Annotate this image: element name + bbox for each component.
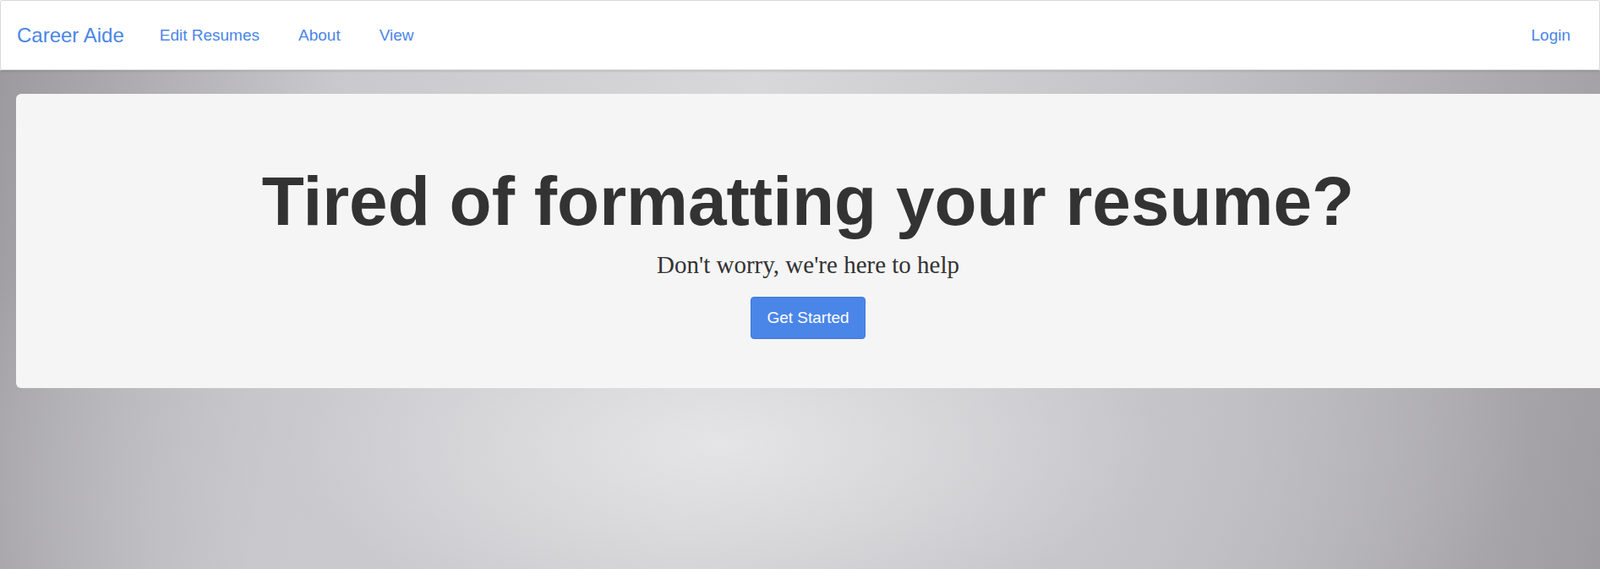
get-started-button[interactable]: Get Started (750, 296, 865, 339)
hero-subheading: Don't worry, we're here to help (656, 249, 960, 282)
login-link[interactable]: Login (1531, 19, 1572, 52)
brand-link[interactable]: Career Aide (16, 16, 125, 55)
nav-links: Career Aide Edit Resumes About View (16, 16, 1532, 55)
page: Career Aide Edit Resumes About View Login Tir… (0, 0, 1600, 569)
navbar: Career Aide Edit Resumes About View Login (0, 0, 1600, 71)
jumbotron: Tired of formatting your resume? Don't wo… (16, 93, 1600, 388)
nav-link[interactable]: View (379, 19, 415, 52)
hero-background: Tired of formatting your resume? Don't wo… (0, 70, 1600, 569)
nav-link[interactable]: About (298, 19, 341, 52)
hero-heading: Tired of formatting your resume? (262, 161, 1355, 241)
nav-link[interactable]: Edit Resumes (159, 19, 260, 52)
